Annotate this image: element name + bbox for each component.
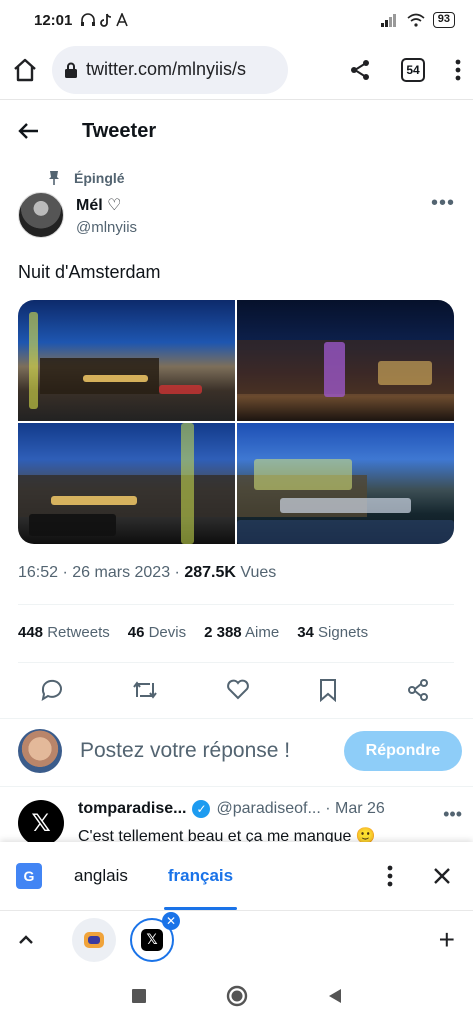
back-triangle-icon[interactable]: [328, 988, 342, 1004]
like-heart-icon[interactable]: [226, 678, 250, 700]
pinned-label: Épinglé: [74, 170, 125, 186]
pin-icon: [49, 171, 59, 185]
divider: [18, 662, 454, 663]
tiktok-icon: [100, 13, 112, 27]
views-label: Vues: [240, 564, 277, 581]
stat-label: Signets: [318, 624, 369, 641]
photo-street-trees[interactable]: [18, 423, 235, 544]
pinned-label-row: Épinglé: [48, 170, 125, 186]
source-language-tab[interactable]: anglais: [74, 866, 128, 886]
stat-count: 46: [127, 624, 145, 641]
tab-other-site[interactable]: [72, 917, 116, 962]
reply-date-separator: ·: [320, 800, 335, 817]
wifi-icon: [407, 13, 425, 27]
site-favicon-icon: [84, 931, 104, 948]
views-count: 287.5K: [184, 564, 236, 581]
divider: [0, 718, 473, 719]
menu-kebab-icon[interactable]: [455, 59, 461, 81]
reply-composer: Postez votre réponse ! Répondre: [18, 726, 462, 776]
tweet-meta: 16:52 · 26 mars 2023 · 287.5K Vues: [18, 564, 277, 581]
reply-input[interactable]: Postez votre réponse !: [80, 739, 290, 763]
home-circle-icon[interactable]: [226, 985, 248, 1007]
browser-toolbar: twitter.com/mlnyiis/s 54: [0, 40, 473, 100]
bookmark-icon[interactable]: [318, 678, 338, 702]
x-favicon-icon: 𝕏: [141, 928, 163, 951]
battery-indicator: 93: [432, 12, 455, 28]
tab-switcher-button[interactable]: 54: [401, 57, 425, 82]
tab-twitter[interactable]: 𝕏 ✕: [130, 911, 180, 962]
font-a-icon: [116, 13, 129, 27]
status-time: 12:01: [34, 11, 73, 29]
recents-square-icon[interactable]: [131, 989, 146, 1003]
reply-date: Mar 26: [335, 800, 385, 817]
stat-label: Devis: [148, 624, 187, 641]
lock-icon: [65, 62, 77, 78]
translate-menu-icon[interactable]: [387, 865, 393, 887]
status-notification-icons: [80, 13, 129, 27]
chevron-up-icon[interactable]: [18, 934, 34, 945]
target-language-tab[interactable]: français: [163, 866, 238, 910]
google-translate-icon: G: [16, 863, 42, 889]
tweet-page-header: Tweeter: [0, 110, 473, 152]
stat-quotes[interactable]: 46 Devis: [128, 624, 186, 641]
share-icon[interactable]: [349, 59, 371, 81]
back-arrow-icon[interactable]: [18, 122, 40, 140]
stat-retweets[interactable]: 448 Retweets: [18, 624, 110, 641]
stat-label: Retweets: [47, 624, 110, 641]
photo-canal-boats[interactable]: [237, 423, 454, 544]
tweet-time: 16:52: [18, 564, 59, 581]
reply-author-handle: @paradiseof...: [216, 800, 321, 817]
share-icon[interactable]: [406, 678, 430, 702]
status-bar: 12:01 93: [0, 0, 473, 40]
divider: [18, 604, 454, 605]
verified-badge-icon: ✓: [192, 800, 211, 818]
reply-button[interactable]: Répondre: [344, 731, 462, 771]
stat-label: Aime: [245, 624, 280, 641]
photo-dam-square[interactable]: [18, 300, 235, 421]
tab-close-icon[interactable]: ✕: [162, 911, 180, 930]
reply-author-name: tomparadise...: [78, 800, 187, 817]
tweet-author[interactable]: Mél ♡ @mlnyiis: [18, 192, 137, 238]
tweet-date: 26 mars 2023: [72, 564, 171, 581]
stat-bookmarks[interactable]: 34 Signets: [297, 624, 368, 641]
avatar[interactable]: [18, 192, 64, 238]
photo-canal-houses[interactable]: [237, 300, 454, 421]
translate-bar: G anglais français: [0, 842, 473, 910]
stat-count: 34: [297, 624, 314, 641]
stat-count: 448: [18, 624, 44, 641]
more-options-icon[interactable]: •••: [431, 192, 455, 215]
page-title: Tweeter: [82, 119, 157, 142]
home-icon[interactable]: [12, 57, 38, 83]
system-nav-bar: [0, 968, 473, 1024]
reply-icon[interactable]: [40, 678, 64, 702]
close-icon[interactable]: [433, 867, 451, 885]
author-name: Mél ♡: [76, 196, 122, 214]
divider: [0, 786, 473, 787]
new-tab-plus-icon[interactable]: +: [439, 924, 455, 956]
stat-likes[interactable]: 2 388 Aime: [204, 624, 279, 641]
tab-strip: 𝕏 ✕ +: [0, 910, 473, 968]
reply-tweet[interactable]: 𝕏 tomparadise... ✓ @paradiseof... · Mar …: [18, 800, 462, 846]
stat-count: 2 388: [204, 624, 242, 641]
x-logo-avatar[interactable]: 𝕏: [18, 800, 64, 846]
avatar: [18, 729, 62, 773]
url-text: twitter.com/mlnyiis/s: [86, 59, 247, 79]
retweet-icon[interactable]: [132, 678, 158, 702]
more-options-icon[interactable]: •••: [443, 804, 462, 825]
headphones-icon: [81, 13, 96, 26]
photo-grid: [18, 300, 454, 544]
url-bar[interactable]: twitter.com/mlnyiis/s: [52, 45, 288, 94]
cell-signal-icon: [380, 14, 396, 27]
tweet-text: Nuit d'Amsterdam: [18, 262, 161, 282]
tweet-stats: 448 Retweets 46 Devis 2 388 Aime 34 Sign…: [18, 624, 368, 641]
author-handle: @mlnyiis: [76, 218, 138, 236]
tweet-actions: [40, 678, 430, 702]
